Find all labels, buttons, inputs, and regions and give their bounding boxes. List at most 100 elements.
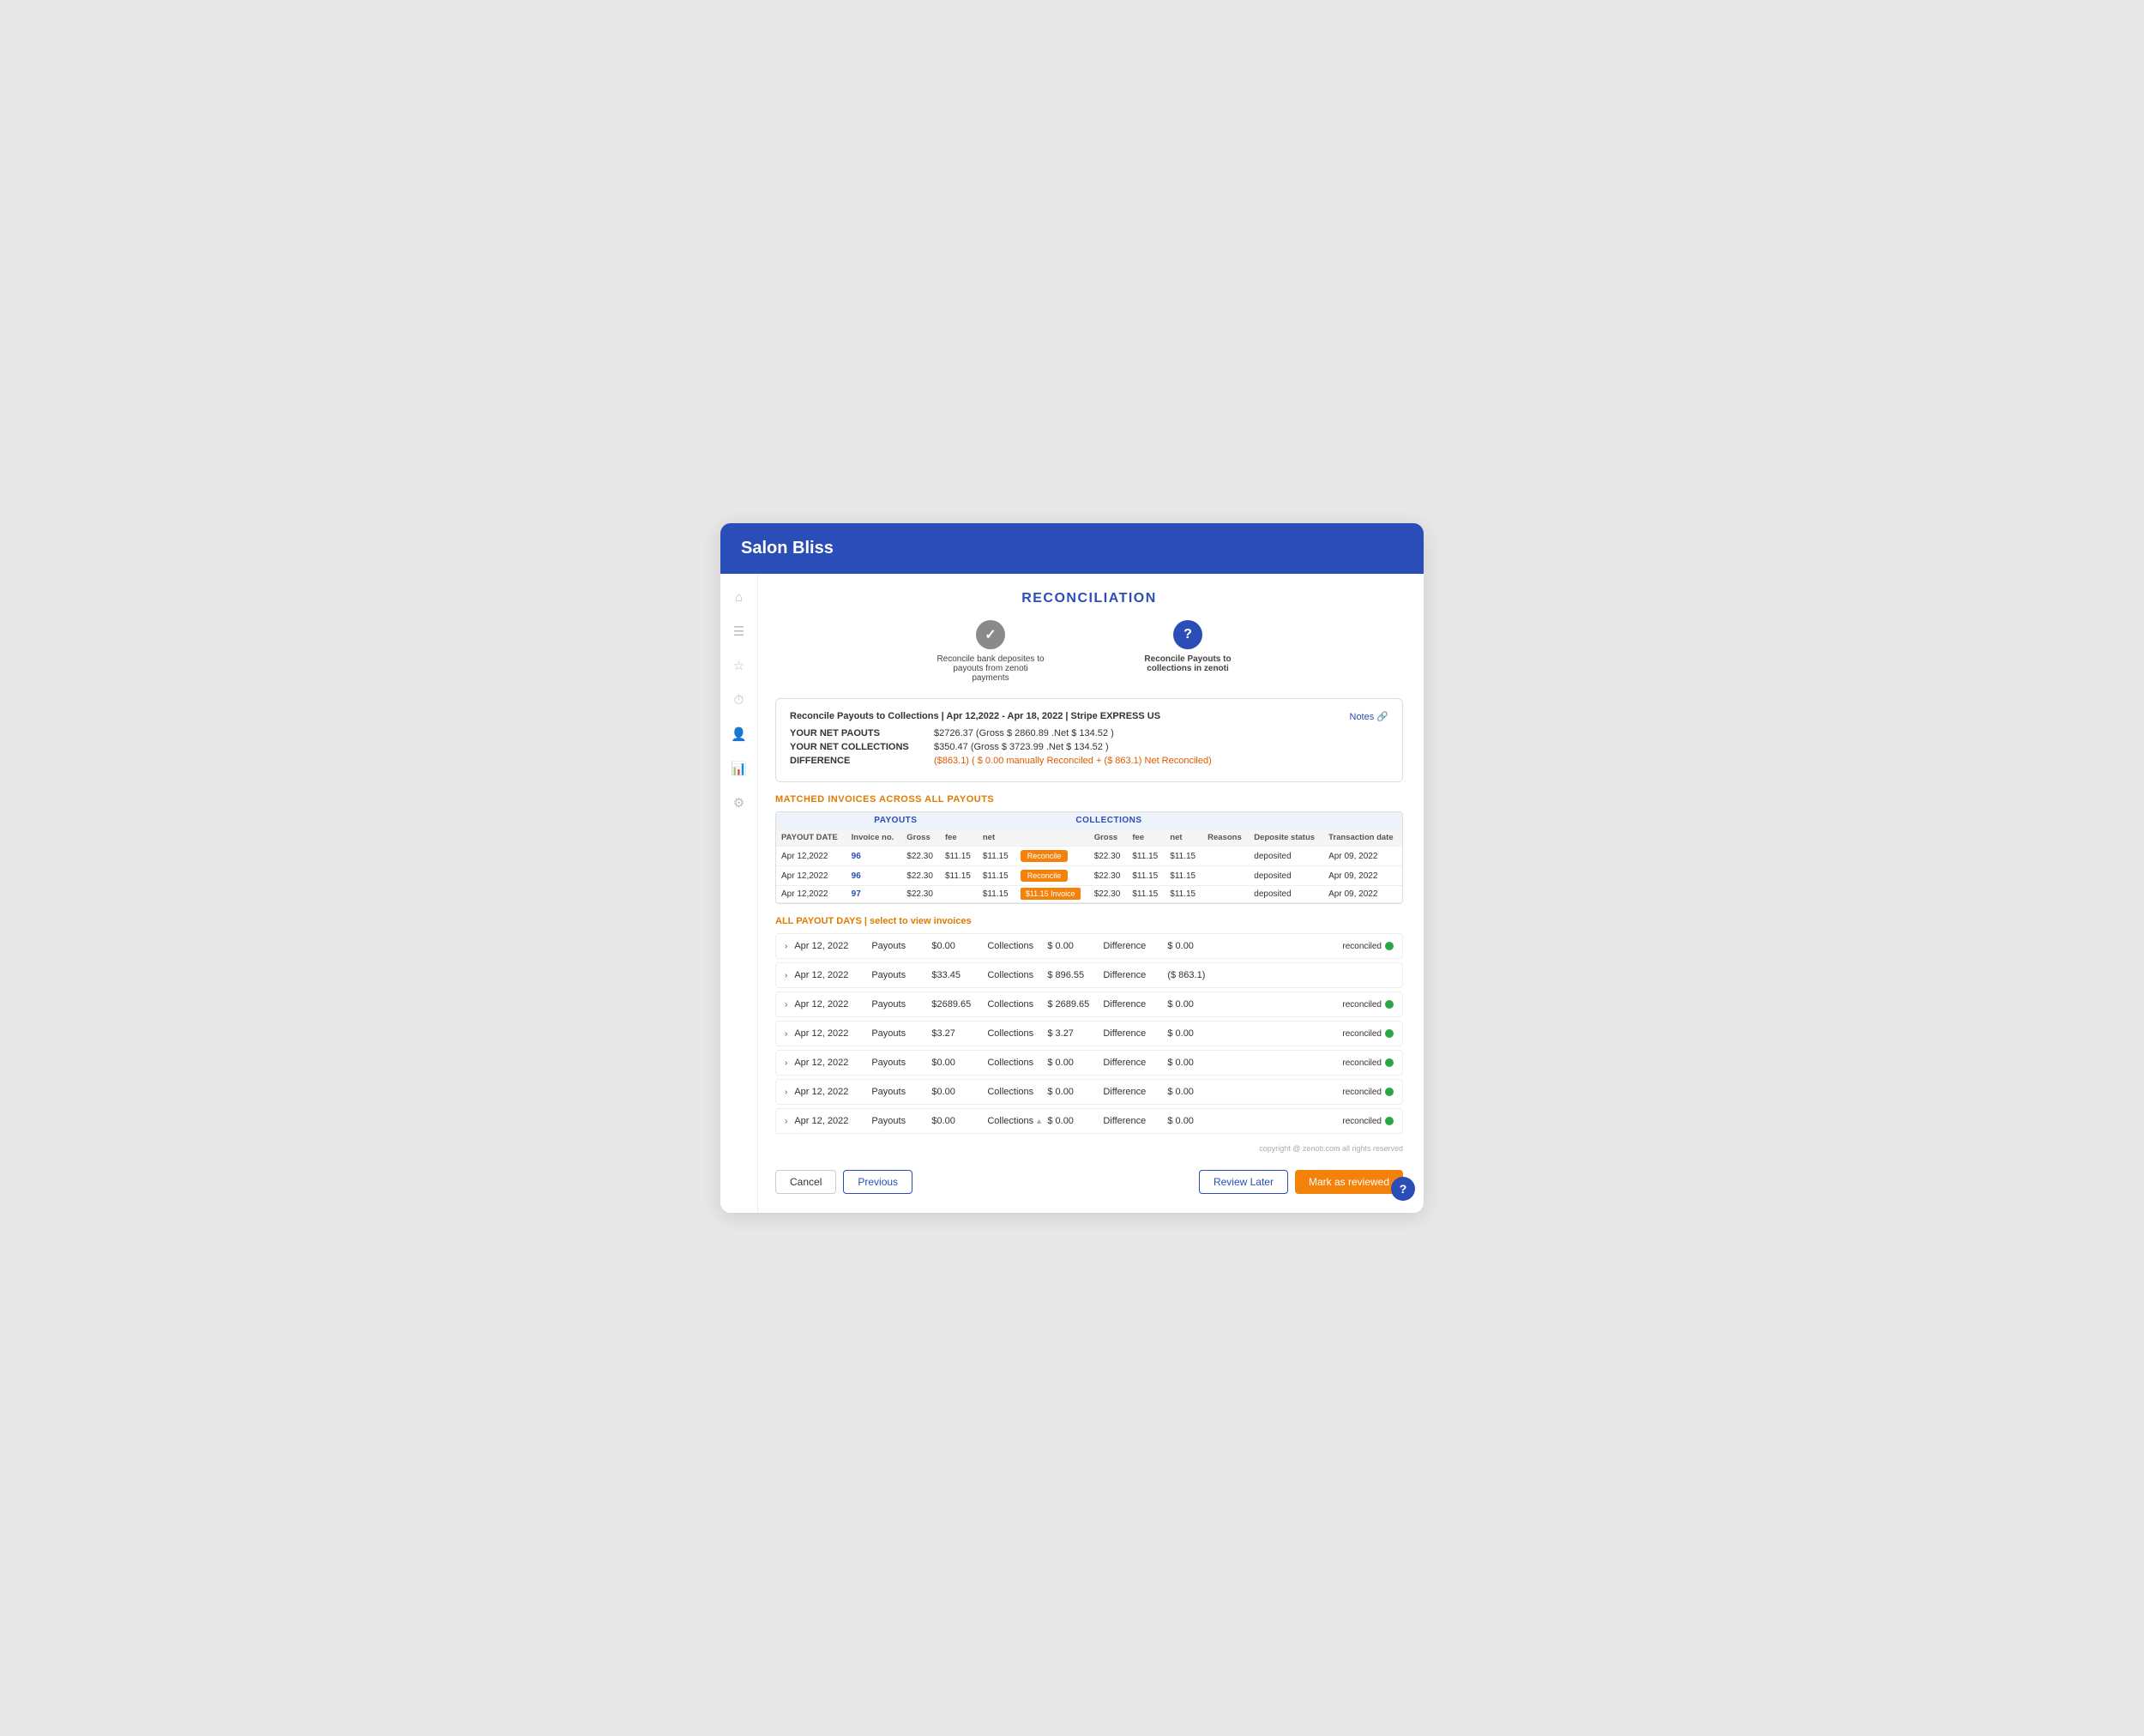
app-header: Salon Bliss [720, 523, 1424, 574]
collections-amount: $ 0.00 [1047, 1116, 1103, 1126]
expand-chevron[interactable]: › [785, 1058, 787, 1068]
net-cell: $11.15 [978, 886, 1015, 903]
payout-day-row[interactable]: › Apr 12, 2022 Payouts $2689.65 Collecti… [775, 992, 1403, 1017]
difference-label: Difference [1103, 1116, 1167, 1126]
reconciled-status: reconciled [1342, 1058, 1394, 1068]
payout-amount: $2689.65 [931, 999, 987, 1010]
payout-rows-container: › Apr 12, 2022 Payouts $0.00 Collections… [775, 933, 1403, 1134]
difference-label: Difference [1103, 941, 1167, 951]
payout-type-label: Payouts [871, 970, 931, 980]
payout-days-section: ALL PAYOUT DAYS | select to view invoice… [775, 916, 1403, 1134]
collections-amount: $ 2689.65 [1047, 999, 1103, 1010]
step-2-label: Reconcile Payouts to collections in zeno… [1132, 654, 1244, 673]
previous-button[interactable]: Previous [843, 1170, 912, 1194]
row-note-icon: ▲ [1035, 1117, 1043, 1125]
difference-amount: ($ 863.1) [1167, 970, 1219, 980]
difference-label: Difference [1103, 1087, 1167, 1097]
payout-day-row[interactable]: › Apr 12, 2022 Payouts $0.00 Collections… [775, 1108, 1403, 1134]
expand-chevron[interactable]: › [785, 1000, 787, 1010]
expand-chevron[interactable]: › [785, 971, 787, 980]
step-1: ✓ Reconcile bank deposites to payouts fr… [935, 620, 1046, 683]
col-payout-date: PAYOUT DATE [776, 829, 846, 847]
home-icon[interactable]: ⌂ [730, 588, 749, 606]
help-button[interactable]: ? [1391, 1177, 1415, 1201]
footer-actions: Cancel Previous Review Later Mark as rev… [775, 1161, 1403, 1199]
collections-amount: $ 3.27 [1047, 1028, 1103, 1039]
payout-type-label: Payouts [871, 941, 931, 951]
reconcile-button[interactable]: Reconcile [1021, 850, 1069, 862]
coll-gross-cell: $22.30 [1089, 847, 1128, 866]
coll-fee-cell: $11.15 [1127, 866, 1165, 886]
action-cell[interactable]: Reconcile [1015, 847, 1089, 866]
invoice-no-cell: 96 [846, 866, 902, 886]
transaction-date-cell: Apr 09, 2022 [1323, 866, 1402, 886]
payout-amount: $33.45 [931, 970, 987, 980]
difference-label: Difference [1103, 1028, 1167, 1039]
payout-day-row[interactable]: › Apr 12, 2022 Payouts $0.00 Collections… [775, 1050, 1403, 1076]
payout-type-label: Payouts [871, 1058, 931, 1068]
payout-day-row[interactable]: › Apr 12, 2022 Payouts $3.27 Collections… [775, 1021, 1403, 1046]
green-dot-icon [1385, 1029, 1394, 1038]
matched-table-wrapper: PAYOUTS COLLECTIONS PAYOUT DATE Invoice … [775, 811, 1403, 904]
action-cell[interactable]: $11.15 Invoice [1015, 886, 1089, 903]
payout-date: Apr 12, 2022 [794, 1116, 871, 1126]
review-later-button[interactable]: Review Later [1199, 1170, 1288, 1194]
action-cell[interactable]: Reconcile [1015, 866, 1089, 886]
step-2-circle: ? [1173, 620, 1202, 649]
difference-amount: $ 0.00 [1167, 1087, 1219, 1097]
expand-chevron[interactable]: › [785, 1117, 787, 1126]
payout-date: Apr 12, 2022 [794, 1058, 871, 1068]
net-cell: $11.15 [978, 847, 1015, 866]
payout-date: Apr 12, 2022 [794, 970, 871, 980]
mark-as-reviewed-button[interactable]: Mark as reviewed [1295, 1170, 1403, 1194]
invoice-no-cell: 96 [846, 847, 902, 866]
payout-day-row[interactable]: › Apr 12, 2022 Payouts $0.00 Collections… [775, 1079, 1403, 1105]
reconcile-button[interactable]: Reconcile [1021, 870, 1069, 882]
copyright: copyright @ zenoti.com all rights reserv… [775, 1144, 1403, 1153]
green-dot-icon [1385, 942, 1394, 950]
payout-amount: $0.00 [931, 1087, 987, 1097]
payout-day-row[interactable]: › Apr 12, 2022 Payouts $0.00 Collections… [775, 933, 1403, 959]
expand-chevron[interactable]: › [785, 1029, 787, 1039]
payout-amount: $0.00 [931, 1116, 987, 1126]
matched-row: Apr 12,2022 96 $22.30 $11.15 $11.15 Reco… [776, 847, 1402, 866]
difference-amount: $ 0.00 [1167, 1058, 1219, 1068]
payout-date: Apr 12, 2022 [794, 999, 871, 1010]
payout-days-title: ALL PAYOUT DAYS | select to view invoice… [775, 916, 1403, 926]
transaction-date-cell: Apr 09, 2022 [1323, 847, 1402, 866]
collections-label: Collections [987, 999, 1047, 1010]
payout-amount: $0.00 [931, 1058, 987, 1068]
list-icon[interactable]: ☰ [730, 622, 749, 641]
settings-icon[interactable]: ⚙ [730, 793, 749, 812]
main-content: RECONCILIATION ✓ Reconcile bank deposite… [758, 574, 1424, 1213]
payout-date-cell: Apr 12,2022 [776, 886, 846, 903]
clock-icon[interactable]: ⏱ [730, 690, 749, 709]
notes-link[interactable]: Notes 🔗 [1350, 711, 1389, 722]
payout-date-cell: Apr 12,2022 [776, 866, 846, 886]
coll-net-cell: $11.15 [1165, 866, 1202, 886]
payouts-header: PAYOUTS [776, 812, 1015, 829]
collections-label: Collections▲ [987, 1116, 1047, 1126]
person-icon[interactable]: 👤 [730, 725, 749, 744]
gross-cell: $22.30 [901, 847, 940, 866]
collections-label: Collections [987, 970, 1047, 980]
net-collections-value: $350.47 (Gross $ 3723.99 .Net $ 134.52 ) [934, 742, 1109, 752]
step-1-circle: ✓ [976, 620, 1005, 649]
gross-cell: $22.30 [901, 886, 940, 903]
col-coll-fee: fee [1127, 829, 1165, 847]
collections-amount: $ 0.00 [1047, 941, 1103, 951]
reasons-cell [1202, 847, 1249, 866]
col-transaction-date: Transaction date [1323, 829, 1402, 847]
expand-chevron[interactable]: › [785, 942, 787, 951]
app-body: ⌂ ☰ ☆ ⏱ 👤 📊 ⚙ RECONCILIATION ✓ Reconcile… [720, 574, 1424, 1213]
collections-label: Collections [987, 941, 1047, 951]
payout-day-row[interactable]: › Apr 12, 2022 Payouts $33.45 Collection… [775, 962, 1403, 988]
chart-icon[interactable]: 📊 [730, 759, 749, 778]
page-title: RECONCILIATION [775, 591, 1403, 606]
cancel-button[interactable]: Cancel [775, 1170, 836, 1194]
col-coll-net: net [1165, 829, 1202, 847]
star-icon[interactable]: ☆ [730, 656, 749, 675]
payout-date: Apr 12, 2022 [794, 1087, 871, 1097]
difference-amount: $ 0.00 [1167, 1028, 1219, 1039]
expand-chevron[interactable]: › [785, 1088, 787, 1097]
